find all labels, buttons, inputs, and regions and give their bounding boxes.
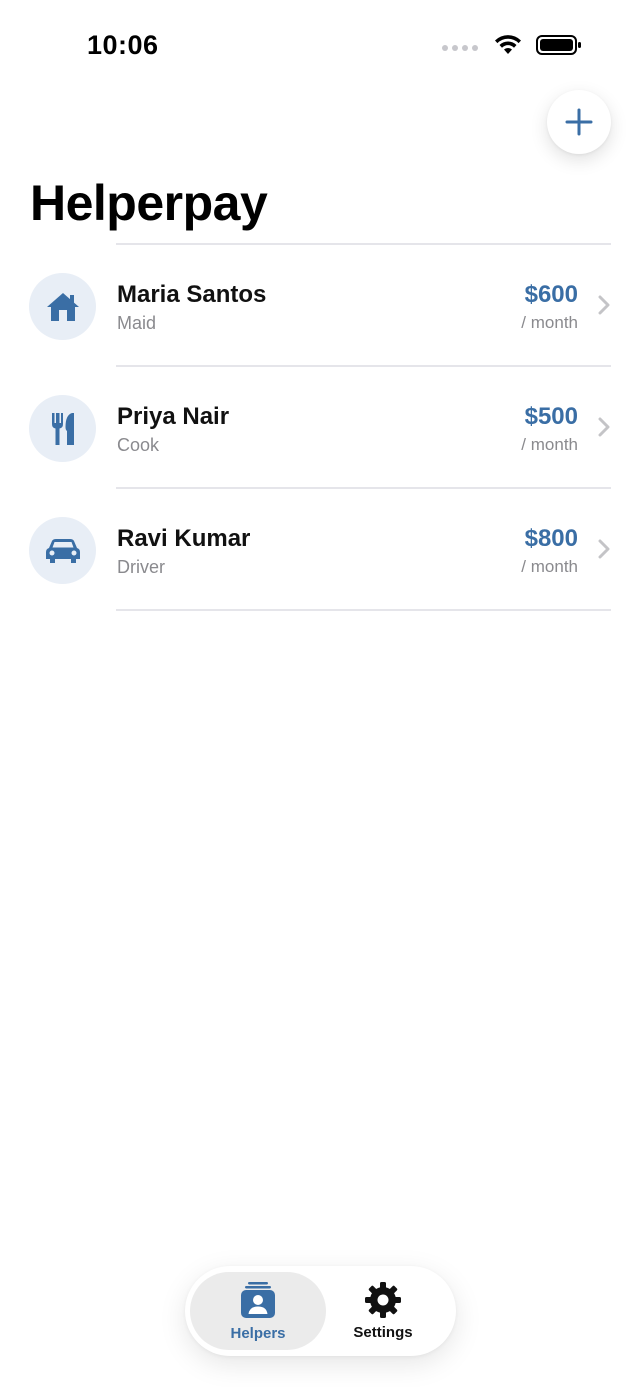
helper-salary: $500 (524, 403, 578, 430)
status-bar: 10:06 (0, 0, 640, 90)
tab-helpers-label: Helpers (230, 1324, 286, 1342)
helper-salary: $800 (524, 525, 578, 552)
list-divider (116, 609, 611, 611)
helper-role: Cook (117, 435, 160, 455)
status-icons (442, 34, 582, 56)
plus-icon (565, 108, 593, 136)
helper-role: Maid (117, 313, 157, 333)
app-screen: 10:06 Helperpay Maria Santos Maid $600 /… (0, 0, 640, 1387)
helper-salary-period: / month (521, 313, 578, 332)
person-card-stack-icon (241, 1281, 275, 1318)
car-icon (45, 538, 80, 563)
tab-helpers[interactable]: Helpers (190, 1272, 326, 1350)
tab-settings[interactable]: Settings (315, 1272, 451, 1350)
chevron-right-icon (598, 417, 610, 437)
page-title: Helperpay (30, 175, 268, 231)
helper-name: Ravi Kumar (117, 525, 251, 552)
helper-avatar (29, 395, 96, 462)
helper-avatar (29, 517, 96, 584)
helper-name: Maria Santos (117, 281, 267, 308)
helper-row-priya-nair[interactable]: Priya Nair Cook $500 / month (0, 367, 640, 489)
gear-icon (365, 1281, 401, 1318)
helper-role: Driver (117, 557, 165, 577)
house-icon (46, 292, 79, 321)
helper-row-ravi-kumar[interactable]: Ravi Kumar Driver $800 / month (0, 489, 640, 611)
helper-salary-period: / month (521, 435, 578, 454)
fork-knife-icon (51, 412, 74, 445)
wifi-icon (495, 35, 521, 54)
helper-avatar (29, 273, 96, 340)
helper-row-maria-santos[interactable]: Maria Santos Maid $600 / month (0, 245, 640, 367)
chevron-right-icon (598, 295, 610, 315)
battery-icon (536, 35, 581, 55)
chevron-right-icon (598, 539, 610, 559)
status-time: 10:06 (87, 30, 159, 60)
tab-bar: Helpers Settings (185, 1266, 456, 1356)
helper-salary-period: / month (521, 557, 578, 576)
cellular-signal-icon (442, 45, 478, 51)
helper-salary: $600 (524, 281, 578, 308)
helper-list: Maria Santos Maid $600 / month Priya Nai… (0, 243, 640, 611)
tab-settings-label: Settings (353, 1323, 413, 1341)
helper-name: Priya Nair (117, 403, 230, 430)
add-helper-button[interactable] (547, 90, 611, 154)
